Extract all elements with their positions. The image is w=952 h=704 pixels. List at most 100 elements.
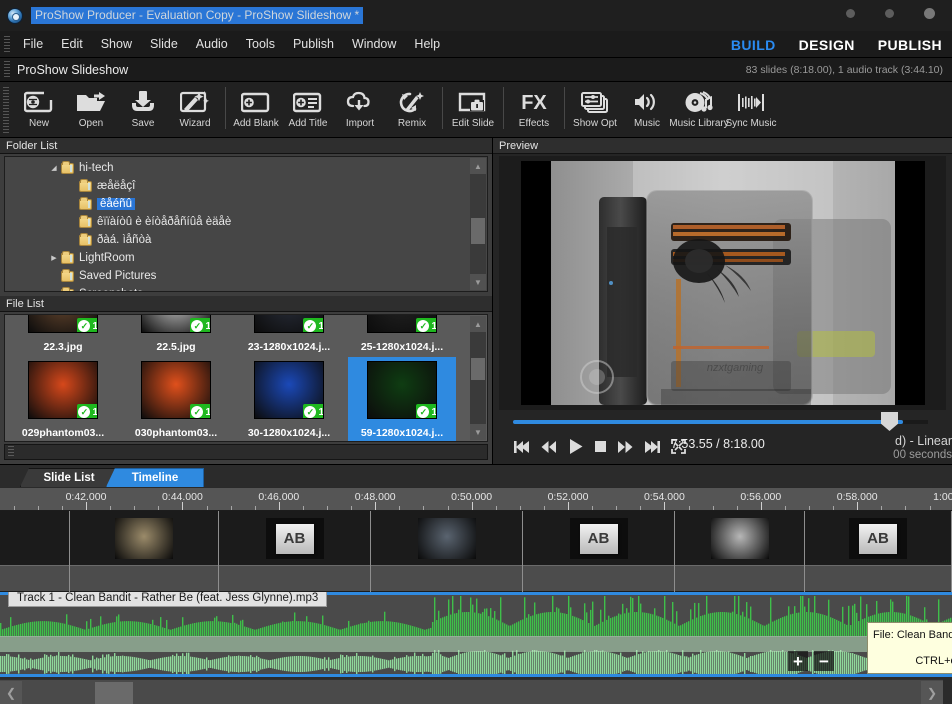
folder-tree-item[interactable]: æåëåçî (5, 177, 487, 195)
timeline-slide-track[interactable]: AB AB AB (0, 511, 952, 566)
timeline-slide-cell[interactable] (675, 511, 805, 566)
toolbar-button-music[interactable]: Music (621, 85, 673, 135)
timeline-slide-cell[interactable]: AB (805, 511, 952, 566)
folder-tree-item[interactable]: ▶Screenshots (5, 285, 487, 292)
preview-scrubber-track[interactable] (513, 420, 903, 424)
menu-item-publish[interactable]: Publish (284, 33, 343, 55)
timeline-transition-cell[interactable] (70, 566, 219, 592)
folder-tree-item[interactable]: êïïàíòû è èíòåðåñíûå èäåè (5, 213, 487, 231)
tab-timeline[interactable]: Timeline (106, 468, 204, 487)
file-scroll-down-icon[interactable]: ▼ (470, 424, 486, 440)
file-thumbnail-item[interactable]: ✓123-1280x1024.j... (235, 314, 343, 355)
folder-tree-item[interactable]: Saved Pictures (5, 267, 487, 285)
folder-tree-item[interactable]: êåéñû (5, 195, 487, 213)
menu-item-help[interactable]: Help (405, 33, 449, 55)
timeline-slide-cell[interactable]: AB (523, 511, 675, 566)
timeline-slide-cell[interactable] (371, 511, 523, 566)
file-thumbnail-grid[interactable]: ✓122.3.jpg✓122.5.jpg✓123-1280x1024.j...✓… (4, 314, 488, 442)
folder-tree-item[interactable]: ▶LightRoom (5, 249, 487, 267)
tab-slide-list[interactable]: Slide List (20, 468, 118, 487)
menu-item-audio[interactable]: Audio (187, 33, 237, 55)
tree-expanded-icon[interactable]: ◢ (47, 164, 61, 172)
maximize-button[interactable] (885, 9, 894, 18)
folder-scroll-down-icon[interactable]: ▼ (470, 274, 486, 290)
menu-drag-grip[interactable] (4, 36, 10, 53)
timeline-zoom-in-button[interactable]: + (788, 651, 808, 671)
timeline-horizontal-scrollbar[interactable]: ❮ ❯ (0, 679, 952, 704)
timeline-scroll-right-icon[interactable]: ❯ (921, 681, 943, 704)
timeline-transition-cell[interactable] (371, 566, 523, 592)
toolbar-button-edit-slide[interactable]: Edit Slide (447, 85, 499, 135)
menu-item-tools[interactable]: Tools (237, 33, 284, 55)
mode-tab-design[interactable]: DESIGN (799, 37, 855, 53)
timeline-slide-cell[interactable] (70, 511, 219, 566)
toolbar-button-save[interactable]: Save (117, 85, 169, 135)
timeline-transition-cell[interactable] (805, 566, 952, 592)
toolbar-button-add-blank[interactable]: Add Blank (230, 85, 282, 135)
folder-scroll-thumb[interactable] (471, 218, 485, 244)
preview-scrubber-handle[interactable] (881, 412, 898, 431)
toolbar-drag-grip[interactable] (3, 87, 9, 133)
jump-to-start-button[interactable] (513, 440, 530, 459)
file-scroll-up-icon[interactable]: ▲ (470, 316, 486, 332)
toolbar-button-add-title[interactable]: Add Title (282, 85, 334, 135)
timeline-transition-cell[interactable] (675, 566, 805, 592)
timeline-scroll-thumb[interactable] (95, 682, 133, 704)
file-thumbnail-item[interactable]: ✓122.5.jpg (122, 314, 230, 355)
timeline-audio-track[interactable]: Track 1 - Clean Bandit - Rather Be (feat… (0, 592, 952, 677)
rewind-button[interactable] (540, 440, 557, 459)
tree-collapsed-icon[interactable]: ▶ (47, 290, 61, 292)
minimize-button[interactable] (846, 9, 855, 18)
timeline-zoom-out-button[interactable]: − (814, 651, 834, 671)
preview-stage[interactable]: nzxtgaming (499, 156, 946, 410)
mode-tab-build[interactable]: BUILD (731, 37, 776, 53)
tree-collapsed-icon[interactable]: ▶ (47, 254, 61, 262)
play-button[interactable] (567, 438, 584, 460)
close-button[interactable] (924, 8, 935, 19)
timeline-transition-track[interactable] (0, 566, 952, 592)
folder-tree-item[interactable]: ðàá. ìåñòà (5, 231, 487, 249)
toolbar-button-effects[interactable]: FXEffects (508, 85, 560, 135)
file-thumbnail-item[interactable]: ✓159-1280x1024.j... (348, 357, 456, 441)
menu-item-show[interactable]: Show (92, 33, 141, 55)
timeline-ruler[interactable]: 0:42.0000:44.0000:46.0000:48.0000:50.000… (0, 487, 952, 511)
folder-tree[interactable]: ◢hi-techæåëåçîêåéñûêïïàíòû è èíòåðåñíûå … (4, 156, 488, 292)
timeline-slide-cell[interactable]: AB (219, 511, 371, 566)
fast-forward-button[interactable] (617, 440, 634, 459)
file-scrollbar[interactable]: ▲ ▼ (470, 316, 486, 440)
stop-button[interactable] (594, 440, 607, 458)
timeline-slide-cell[interactable] (0, 511, 70, 566)
showbar-drag-grip[interactable] (4, 61, 10, 78)
toolbar-button-music-library[interactable]: Music Library (673, 85, 725, 135)
menu-item-slide[interactable]: Slide (141, 33, 187, 55)
file-thumbnail-item[interactable]: ✓125-1280x1024.j... (348, 314, 456, 355)
window-resize-corner[interactable] (943, 678, 952, 704)
toolbar-button-show-opt[interactable]: Show Opt (569, 85, 621, 135)
folder-tree-item[interactable]: ◢hi-tech (5, 159, 487, 177)
file-thumbnail-item[interactable]: ✓122.3.jpg (9, 314, 117, 355)
file-thumbnail-item[interactable]: ✓1029phantom03... (9, 357, 117, 441)
toolbar-button-wizard[interactable]: Wizard (169, 85, 221, 135)
toolbar-button-new[interactable]: New (13, 85, 65, 135)
jump-to-end-button[interactable] (644, 440, 661, 459)
window-controls[interactable] (846, 9, 935, 19)
mode-tab-publish[interactable]: PUBLISH (878, 37, 942, 53)
timeline-transition-cell[interactable] (523, 566, 675, 592)
toolbar-button-remix[interactable]: Remix (386, 85, 438, 135)
timeline-transition-cell[interactable] (0, 566, 70, 592)
file-scroll-thumb[interactable] (471, 358, 485, 380)
file-thumbnail-item[interactable]: ✓130-1280x1024.j... (235, 357, 343, 441)
menu-item-edit[interactable]: Edit (52, 33, 92, 55)
toolbar-button-import[interactable]: Import (334, 85, 386, 135)
folder-scroll-up-icon[interactable]: ▲ (470, 158, 486, 174)
audio-track-label[interactable]: Track 1 - Clean Bandit - Rather Be (feat… (8, 592, 327, 607)
folder-scrollbar[interactable]: ▲ ▼ (470, 158, 486, 290)
menu-item-file[interactable]: File (14, 33, 52, 55)
timeline-scroll-left-icon[interactable]: ❮ (0, 681, 22, 704)
menu-item-window[interactable]: Window (343, 33, 405, 55)
file-thumbnail-item[interactable]: ✓1030phantom03... (122, 357, 230, 441)
toolbar-button-open[interactable]: Open (65, 85, 117, 135)
timeline-transition-cell[interactable] (219, 566, 371, 592)
toolbar-button-sync-music[interactable]: Sync Music (725, 85, 777, 135)
file-horizontal-scrollbar[interactable] (4, 444, 488, 460)
